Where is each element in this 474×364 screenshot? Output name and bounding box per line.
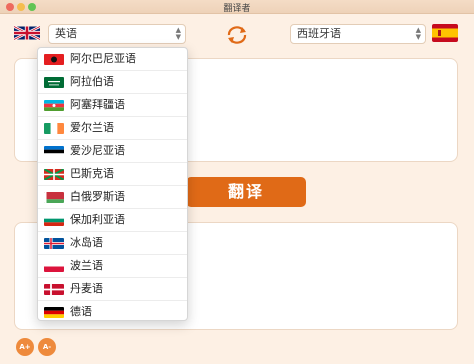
azerbaijan-flag-icon xyxy=(44,100,64,111)
dropdown-item-label: 巴斯克语 xyxy=(70,167,114,180)
dropdown-item-estonian[interactable]: 爱沙尼亚语 xyxy=(38,140,187,163)
dropdown-item-label: 阿拉伯语 xyxy=(70,75,114,88)
dropdown-item-label: 丹麦语 xyxy=(70,282,103,295)
swap-languages-icon[interactable] xyxy=(224,26,250,44)
dropdown-item-albanian[interactable]: 阿尔巴尼亚语 xyxy=(38,48,187,71)
dropdown-item-label: 保加利亚语 xyxy=(70,213,125,226)
albania-flag-icon xyxy=(44,54,64,65)
saudi-flag-icon xyxy=(44,77,64,88)
decrease-font-button[interactable]: A- xyxy=(38,338,56,356)
dropdown-item-label: 阿尔巴尼亚语 xyxy=(70,52,136,65)
bulgaria-flag-icon xyxy=(44,215,64,226)
poland-flag-icon xyxy=(44,261,64,272)
window-title: 翻译者 xyxy=(223,4,251,14)
denmark-flag-icon xyxy=(44,284,64,295)
dropdown-item-belarusian[interactable]: 白俄罗斯语 xyxy=(38,186,187,209)
dropdown-item-label: 白俄罗斯语 xyxy=(70,190,125,203)
translate-button[interactable]: 翻译 xyxy=(186,177,306,207)
dropdown-item-label: 波兰语 xyxy=(70,259,103,272)
dropdown-item-label: 爱沙尼亚语 xyxy=(70,144,125,157)
title-bar: 翻译者 xyxy=(0,0,474,14)
germany-flag-icon xyxy=(44,307,64,318)
dropdown-item-azerbaijani[interactable]: 阿塞拜疆语 xyxy=(38,94,187,117)
source-language-select[interactable]: 英语 ▲ ▼ xyxy=(48,24,186,44)
belarus-flag-icon xyxy=(44,192,64,203)
dropdown-item-label: 爱尔兰语 xyxy=(70,121,114,134)
dropdown-item-irish[interactable]: 爱尔兰语 xyxy=(38,117,187,140)
dropdown-item-polish[interactable]: 波兰语 xyxy=(38,255,187,278)
select-arrows-icon: ▲ ▼ xyxy=(415,26,421,41)
dropdown-item-label: 冰岛语 xyxy=(70,236,103,249)
uk-flag-icon xyxy=(14,24,40,42)
dropdown-item-german[interactable]: 德语 xyxy=(38,301,187,320)
basque-flag-icon xyxy=(44,169,64,180)
source-language-value: 英语 xyxy=(55,27,77,40)
dropdown-item-danish[interactable]: 丹麦语 xyxy=(38,278,187,301)
spain-flag-icon xyxy=(432,24,458,42)
dropdown-item-label: 德语 xyxy=(70,305,92,318)
estonia-flag-icon xyxy=(44,146,64,157)
iceland-flag-icon xyxy=(44,238,64,249)
select-arrows-icon: ▲ ▼ xyxy=(175,26,181,41)
language-dropdown-menu: 阿尔巴尼亚语 阿拉伯语 阿塞拜疆语 爱尔兰语 爱沙尼亚语 巴斯克语 白俄罗斯语 … xyxy=(37,47,188,321)
target-language-value: 西班牙语 xyxy=(297,27,341,40)
dropdown-item-icelandic[interactable]: 冰岛语 xyxy=(38,232,187,255)
dropdown-item-arabic[interactable]: 阿拉伯语 xyxy=(38,71,187,94)
dropdown-item-bulgarian[interactable]: 保加利亚语 xyxy=(38,209,187,232)
increase-font-button[interactable]: A+ xyxy=(16,338,34,356)
target-language-select[interactable]: 西班牙语 ▲ ▼ xyxy=(290,24,426,44)
dropdown-item-label: 阿塞拜疆语 xyxy=(70,98,125,111)
dropdown-item-basque[interactable]: 巴斯克语 xyxy=(38,163,187,186)
ireland-flag-icon xyxy=(44,123,64,134)
